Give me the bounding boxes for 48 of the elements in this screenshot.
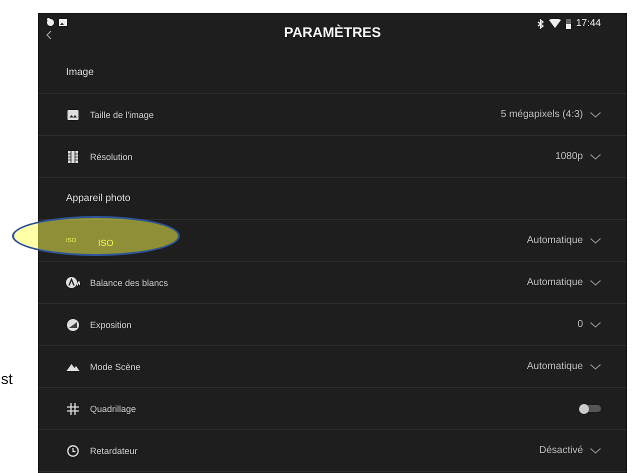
screen-title: PARAMÈTRES <box>284 24 381 40</box>
mountain-icon <box>66 362 80 370</box>
back-icon[interactable] <box>46 30 52 40</box>
toggle-switch[interactable] <box>579 404 601 414</box>
setting-label: Exposition <box>90 320 132 330</box>
setting-dropdown[interactable]: Automatique <box>526 361 601 372</box>
setting-label: Taille de l'image <box>90 110 154 120</box>
section-title: Appareil photo <box>66 193 130 204</box>
setting-dropdown[interactable]: 0 <box>577 319 601 330</box>
image-icon <box>59 18 67 26</box>
setting-label: Quadrillage <box>90 404 136 414</box>
notification-icon <box>46 18 55 26</box>
setting-label: ISO <box>97 237 114 248</box>
settings-row[interactable]: Quadrillage <box>38 388 627 430</box>
setting-label: Retardateur <box>90 446 138 456</box>
chevron-down-icon <box>590 154 601 160</box>
chevron-down-icon <box>590 112 601 118</box>
grid-icon <box>66 402 80 414</box>
image-icon <box>66 110 80 120</box>
settings-row[interactable]: Balance des blancs Automatique <box>38 262 627 304</box>
chevron-down-icon <box>590 238 601 244</box>
status-time: 17:44 <box>576 18 601 29</box>
setting-dropdown[interactable]: Automatique <box>526 277 601 288</box>
clock-icon <box>66 444 80 456</box>
setting-label: Balance des blancs <box>90 278 168 288</box>
chevron-down-icon <box>590 364 601 370</box>
setting-dropdown[interactable]: 5 mégapixels (4:3) <box>500 109 601 120</box>
setting-dropdown[interactable]: Automatique <box>526 235 601 246</box>
settings-row[interactable]: Retardateur Désactivé <box>38 430 627 472</box>
setting-dropdown[interactable]: Désactivé <box>539 445 601 456</box>
battery-icon <box>566 18 571 28</box>
chevron-down-icon <box>590 448 601 454</box>
chevron-down-icon <box>590 280 601 286</box>
settings-row[interactable]: Mode Scène Automatique <box>38 346 627 388</box>
setting-label: Résolution <box>90 152 133 162</box>
film-strip-icon <box>66 150 80 162</box>
exposure-icon <box>66 318 80 330</box>
setting-dropdown[interactable]: 1080p <box>555 151 601 162</box>
settings-row[interactable]: Exposition 0 <box>38 304 627 346</box>
wifi-icon <box>548 19 561 28</box>
bluetooth-icon <box>536 18 544 28</box>
chevron-down-icon <box>590 322 601 328</box>
side-text: st <box>1 371 13 388</box>
setting-label: Mode Scène <box>90 362 141 372</box>
balance-mode-icon <box>66 277 80 288</box>
section-title: Image <box>66 67 94 78</box>
settings-row[interactable]: Résolution 1080p <box>38 136 627 178</box>
settings-row[interactable]: Taille de l'image 5 mégapixels (4:3) <box>38 94 627 136</box>
